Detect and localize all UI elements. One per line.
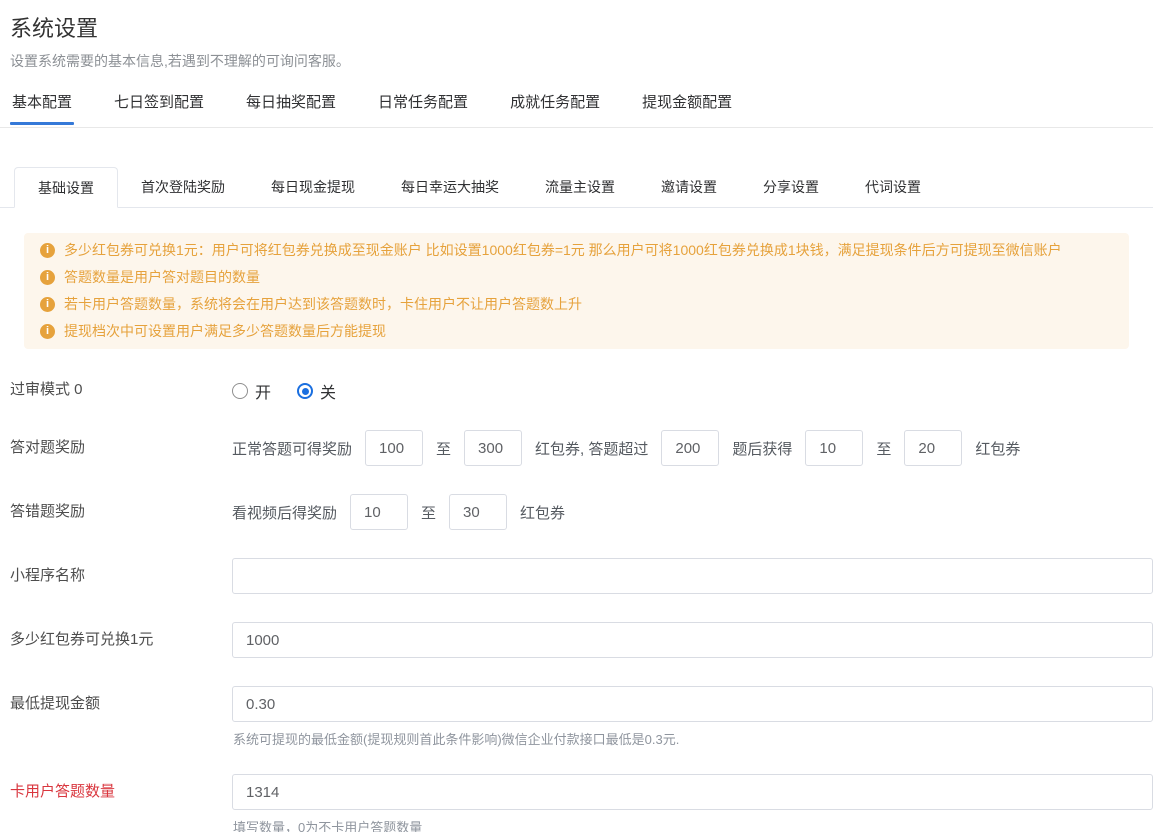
miniapp-name-controls <box>232 558 1153 594</box>
tab-first-login-reward[interactable]: 首次登陆奖励 <box>118 167 248 207</box>
wrong-reward-controls: 看视频后得奖励 至 红包券 <box>232 494 578 530</box>
top-tabbar: 基本配置 七日签到配置 每日抽奖配置 日常任务配置 成就任务配置 提现金额配置 <box>0 86 1153 128</box>
range-to-text: 至 <box>876 438 891 459</box>
tab-invite-settings[interactable]: 邀请设置 <box>638 167 740 207</box>
audit-mode-radio-group: 开 关 <box>232 379 336 403</box>
correct-reward-threshold-input[interactable] <box>661 430 719 466</box>
min-withdraw-help: 系统可提现的最低金额(提现规则首此条件影响)微信企业付款接口最低是0.3元. <box>232 731 1153 748</box>
form-row-min-withdraw: 最低提现金额 系统可提现的最低金额(提现规则首此条件影响)微信企业付款接口最低是… <box>10 686 1153 748</box>
min-withdraw-input[interactable] <box>232 686 1153 722</box>
tab-withdraw-amount-config[interactable]: 提现金额配置 <box>640 86 734 127</box>
alert-text: 若卡用户答题数量，系统将会在用户达到该答题数时，卡住用户不让用户答题数上升 <box>64 291 582 318</box>
radio-option-off[interactable]: 关 <box>297 379 336 403</box>
wrong-reward-label: 答错题奖励 <box>10 494 232 522</box>
radio-icon <box>297 383 313 399</box>
radio-icon <box>232 383 248 399</box>
correct-reward-extra-max-input[interactable] <box>904 430 962 466</box>
alert-text: 提现档次中可设置用户满足多少答题数量后方能提现 <box>64 318 386 345</box>
miniapp-name-input[interactable] <box>232 558 1153 594</box>
form-row-audit-mode: 过审模式 0 开 关 <box>10 379 1153 403</box>
lock-answer-count-controls: 填写数量，0为不卡用户答题数量 <box>232 774 1153 832</box>
correct-reward-label: 答对题奖励 <box>10 430 232 458</box>
lock-answer-count-input[interactable] <box>232 774 1153 810</box>
wrong-reward-max-input[interactable] <box>449 494 507 530</box>
radio-label: 开 <box>255 379 271 403</box>
alert-text: 多少红包券可兑换1元：用户可将红包券兑换成至现金账户 比如设置1000红包券=1… <box>64 237 1062 264</box>
audit-mode-label: 过审模式 0 <box>10 379 232 400</box>
tab-daily-lucky-draw[interactable]: 每日幸运大抽奖 <box>378 167 522 207</box>
tab-daily-lottery-config[interactable]: 每日抽奖配置 <box>244 86 338 127</box>
page-subtitle: 设置系统需要的基本信息,若遇到不理解的可询问客服。 <box>10 53 1153 70</box>
lock-answer-count-label: 卡用户答题数量 <box>10 774 232 802</box>
tab-achievement-task-config[interactable]: 成就任务配置 <box>508 86 602 127</box>
form-row-lock-answer-count: 卡用户答题数量 填写数量，0为不卡用户答题数量 <box>10 774 1153 832</box>
radio-option-on[interactable]: 开 <box>232 379 271 403</box>
correct-reward-after-text: 题后获得 <box>732 438 792 459</box>
info-icon <box>40 324 55 339</box>
tab-traffic-owner-settings[interactable]: 流量主设置 <box>522 167 638 207</box>
info-icon <box>40 243 55 258</box>
form-row-correct-answer-reward: 答对题奖励 正常答题可得奖励 至 红包券, 答题超过 题后获得 至 红包券 <box>10 430 1153 466</box>
tab-basic-config[interactable]: 基本配置 <box>10 86 74 127</box>
coupon-rate-label: 多少红包券可兑换1元 <box>10 622 232 650</box>
coupon-rate-input[interactable] <box>232 622 1153 658</box>
correct-reward-prefix: 正常答题可得奖励 <box>232 438 352 459</box>
tab-share-settings[interactable]: 分享设置 <box>740 167 842 207</box>
alert-text: 答题数量是用户答对题目的数量 <box>64 264 260 291</box>
system-settings-page: 系统设置 设置系统需要的基本信息,若遇到不理解的可询问客服。 基本配置 七日签到… <box>0 14 1153 832</box>
tab-basic-settings[interactable]: 基础设置 <box>14 167 118 208</box>
info-alert: 多少红包券可兑换1元：用户可将红包券兑换成至现金账户 比如设置1000红包券=1… <box>24 233 1129 349</box>
settings-form: 过审模式 0 开 关 答对题奖励 正常答题可得奖励 至 红包券, 答题超过 <box>0 379 1153 832</box>
inner-tabbar: 基础设置 首次登陆奖励 每日现金提现 每日幸运大抽奖 流量主设置 邀请设置 分享… <box>0 167 1153 208</box>
correct-reward-min-input[interactable] <box>365 430 423 466</box>
range-to-text: 至 <box>436 438 451 459</box>
alert-line: 答题数量是用户答对题目的数量 <box>40 264 1113 291</box>
alert-line: 多少红包券可兑换1元：用户可将红包券兑换成至现金账户 比如设置1000红包券=1… <box>40 237 1113 264</box>
min-withdraw-label: 最低提现金额 <box>10 686 232 714</box>
form-row-miniapp-name: 小程序名称 <box>10 558 1153 594</box>
page-title: 系统设置 <box>10 14 1153 44</box>
alert-line: 若卡用户答题数量，系统将会在用户达到该答题数时，卡住用户不让用户答题数上升 <box>40 291 1113 318</box>
correct-reward-extra-min-input[interactable] <box>805 430 863 466</box>
lock-answer-count-help: 填写数量，0为不卡用户答题数量 <box>232 819 1153 832</box>
coupon-rate-controls <box>232 622 1153 658</box>
range-to-text: 至 <box>421 502 436 523</box>
tab-daily-cash-withdraw[interactable]: 每日现金提现 <box>248 167 378 207</box>
correct-reward-controls: 正常答题可得奖励 至 红包券, 答题超过 题后获得 至 红包券 <box>232 430 1033 466</box>
correct-reward-suffix: 红包券 <box>975 438 1020 459</box>
info-icon <box>40 270 55 285</box>
min-withdraw-controls: 系统可提现的最低金额(提现规则首此条件影响)微信企业付款接口最低是0.3元. <box>232 686 1153 748</box>
tab-seven-day-signin-config[interactable]: 七日签到配置 <box>112 86 206 127</box>
miniapp-name-label: 小程序名称 <box>10 558 232 586</box>
tab-keyword-settings[interactable]: 代词设置 <box>842 167 944 207</box>
info-icon <box>40 297 55 312</box>
tab-daily-task-config[interactable]: 日常任务配置 <box>376 86 470 127</box>
correct-reward-max-input[interactable] <box>464 430 522 466</box>
wrong-reward-prefix: 看视频后得奖励 <box>232 502 337 523</box>
correct-reward-mid-text: 红包券, 答题超过 <box>535 438 648 459</box>
radio-label: 关 <box>320 379 336 403</box>
form-row-wrong-answer-reward: 答错题奖励 看视频后得奖励 至 红包券 <box>10 494 1153 530</box>
alert-line: 提现档次中可设置用户满足多少答题数量后方能提现 <box>40 318 1113 345</box>
wrong-reward-min-input[interactable] <box>350 494 408 530</box>
wrong-reward-suffix: 红包券 <box>520 502 565 523</box>
form-row-coupon-exchange-rate: 多少红包券可兑换1元 <box>10 622 1153 658</box>
